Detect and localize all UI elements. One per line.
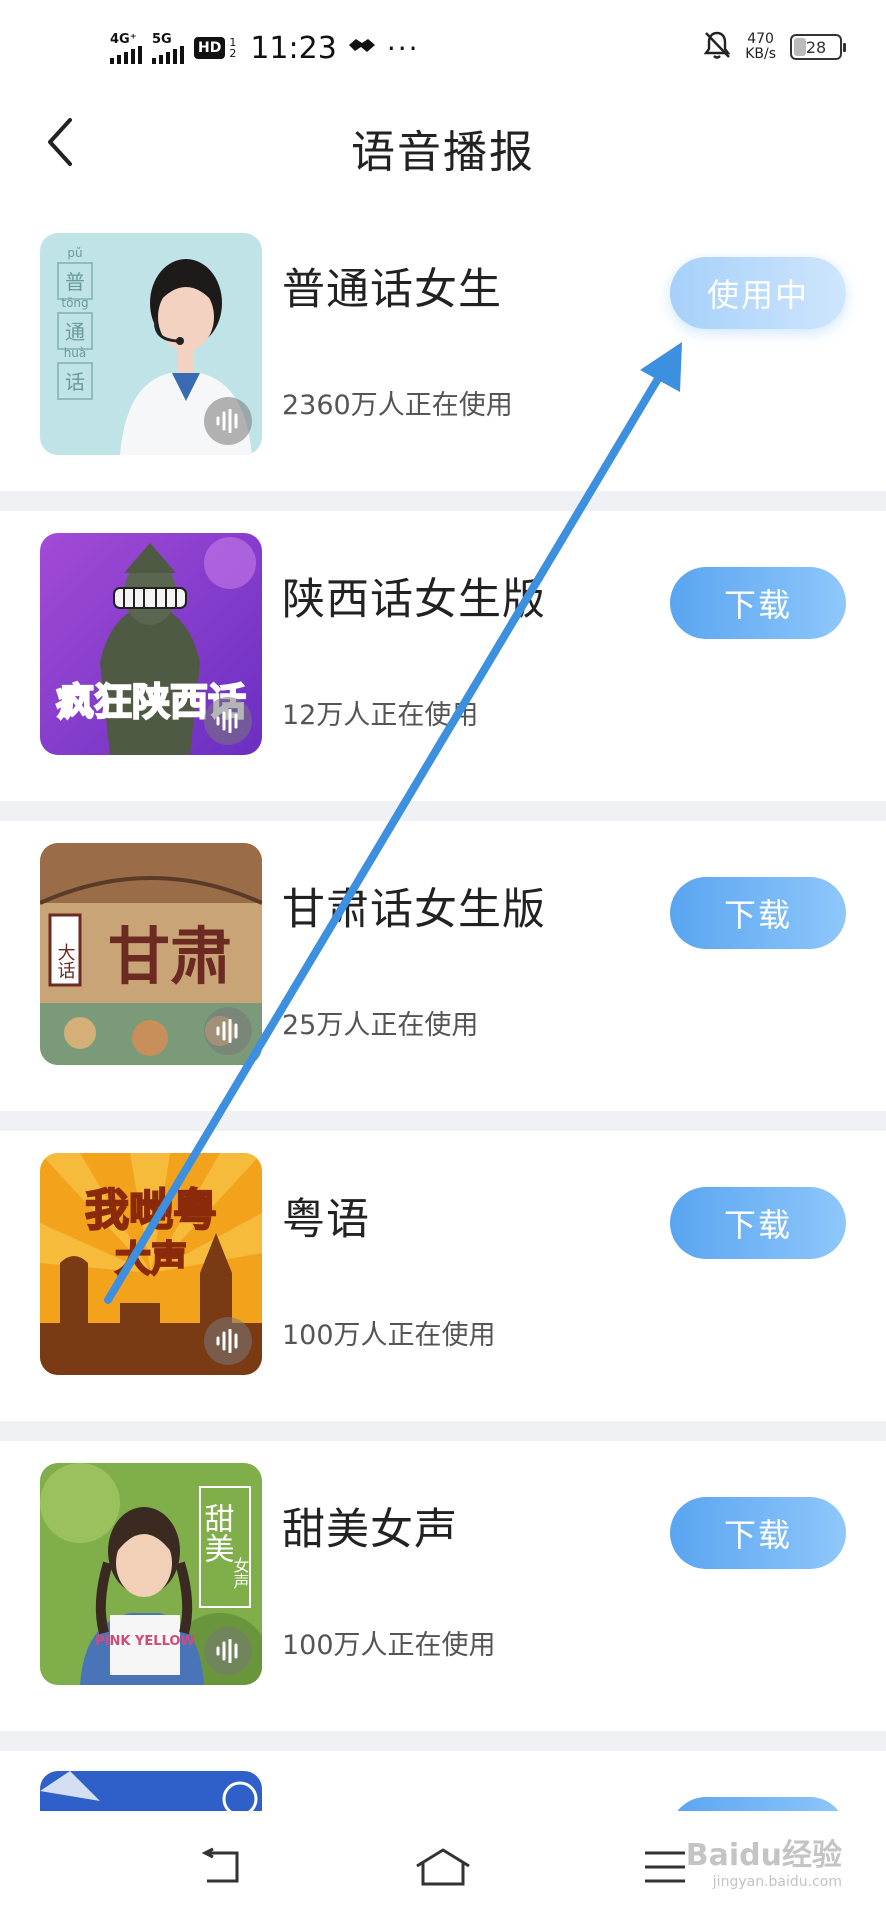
voice-item[interactable]: 我哋粤 大声 粤语 100万人正在使用 下载 xyxy=(0,1131,886,1421)
voice-item[interactable]: 疯狂陕西话 陕西话女生版 12万人正在使用 下载 xyxy=(0,511,886,801)
home-icon xyxy=(416,1848,470,1886)
thumb-pinyin-1: pǔ xyxy=(67,246,82,260)
back-arrow-icon xyxy=(201,1847,239,1883)
audio-wave-icon[interactable] xyxy=(204,1627,252,1675)
nav-home-button[interactable] xyxy=(408,1842,478,1892)
sim2-label: 5G xyxy=(152,31,172,47)
thumb-title-text: 甜美 xyxy=(199,1503,234,1563)
audio-wave-icon[interactable] xyxy=(204,397,252,445)
hd-slot: 1 2 xyxy=(229,37,236,59)
status-left: 4G⁺ 5G HD 1 2 11:23 ··· xyxy=(110,28,420,68)
voice-name: 粤语 xyxy=(282,1195,370,1245)
sim2-signal: 5G xyxy=(152,33,184,64)
separator xyxy=(0,801,886,821)
audio-wave-icon[interactable] xyxy=(204,1317,252,1365)
download-button[interactable]: 下载 xyxy=(670,1497,846,1569)
more-notifications-icon: ··· xyxy=(386,31,420,65)
signal-bars-icon xyxy=(152,45,184,64)
thumb-subtitle-text: 大声 xyxy=(115,1239,187,1280)
voice-user-count: 12万人正在使用 xyxy=(282,700,479,731)
status-bar: 4G⁺ 5G HD 1 2 11:23 ··· 470 KB/s 28 xyxy=(0,0,886,96)
download-button[interactable]: 下载 xyxy=(670,567,846,639)
status-right: 470 KB/s 28 xyxy=(703,30,846,64)
voice-thumbnail xyxy=(40,1771,262,1811)
voice-item[interactable]: pǔ 普 tōng 通 huà 话 普通话女生 2360万人正在使用 使用中 xyxy=(0,215,886,505)
system-nav-bar: Baidu经验 jingyan.baidu.com xyxy=(0,1812,886,1920)
voice-user-count: 100万人正在使用 xyxy=(282,1630,496,1661)
voice-item[interactable]: PINK YELLOW 甜美 女声 甜美女声 100万人正在使用 下载 xyxy=(0,1441,886,1731)
thumb-char-2: 通 xyxy=(65,320,85,344)
battery-icon: 28 xyxy=(790,34,846,60)
voice-thumbnail: 疯狂陕西话 xyxy=(40,533,262,755)
network-speed: 470 KB/s xyxy=(745,32,776,62)
separator xyxy=(0,491,886,511)
baidu-watermark: Baidu经验 jingyan.baidu.com xyxy=(686,1830,842,1890)
hd-slot-bottom: 2 xyxy=(229,47,237,60)
voice-thumbnail: 我哋粤 大声 xyxy=(40,1153,262,1375)
separator xyxy=(0,1111,886,1131)
voice-name: 普通话女生 xyxy=(282,265,502,315)
thumb-side-text: 大话 xyxy=(55,943,76,979)
battery-level: 28 xyxy=(805,37,827,57)
thumb-side-text: 女声 xyxy=(231,1556,250,1589)
download-button[interactable]: 下载 xyxy=(670,1187,846,1259)
thumb-pinyin-3: huà xyxy=(64,346,87,360)
handshake-icon xyxy=(347,35,377,61)
download-button[interactable] xyxy=(670,1797,846,1811)
bell-off-icon xyxy=(703,30,731,64)
thumb-char-3: 话 xyxy=(65,370,85,394)
voice-user-count: 25万人正在使用 xyxy=(282,1010,479,1041)
separator xyxy=(0,1421,886,1441)
thumb-shirt-text: PINK YELLOW xyxy=(95,1634,195,1649)
nav-back-button[interactable] xyxy=(186,1842,256,1892)
voice-user-count: 100万人正在使用 xyxy=(282,1320,496,1351)
download-button[interactable]: 下载 xyxy=(670,877,846,949)
in-use-button[interactable]: 使用中 xyxy=(670,257,846,329)
voice-thumbnail: PINK YELLOW 甜美 女声 xyxy=(40,1463,262,1685)
voice-thumbnail: 大话 甘肃 xyxy=(40,843,262,1065)
watermark-url: jingyan.baidu.com xyxy=(712,1874,842,1890)
voice-name: 陕西话女生版 xyxy=(282,575,546,625)
speed-value: 470 xyxy=(747,31,774,47)
hd-badge: HD xyxy=(194,37,226,59)
sim1-label: 4G⁺ xyxy=(110,31,137,47)
thumb-pinyin-2: tōng xyxy=(61,296,88,310)
watermark-brand: Baidu经验 xyxy=(685,1838,842,1873)
status-time: 11:23 xyxy=(250,30,337,66)
separator xyxy=(0,1731,886,1751)
header: 语音播报 xyxy=(0,96,886,188)
menu-icon xyxy=(645,1851,685,1883)
voice-item-partial[interactable] xyxy=(0,1751,886,1811)
speed-unit: KB/s xyxy=(745,46,776,62)
voice-name: 甜美女声 xyxy=(282,1505,458,1555)
thumb-title-text: 甘肃 xyxy=(108,920,232,993)
signal-bars-icon xyxy=(110,45,142,64)
voice-thumbnail: pǔ 普 tōng 通 huà 话 xyxy=(40,233,262,455)
voice-item[interactable]: 大话 甘肃 甘肃话女生版 25万人正在使用 下载 xyxy=(0,821,886,1111)
voice-name: 甘肃话女生版 xyxy=(282,885,546,935)
sim1-signal: 4G⁺ xyxy=(110,33,142,64)
voice-user-count: 2360万人正在使用 xyxy=(282,390,513,421)
audio-wave-icon[interactable] xyxy=(204,697,252,745)
thumb-title-text: 我哋粤 xyxy=(85,1185,217,1236)
thumb-char-1: 普 xyxy=(65,270,85,294)
audio-wave-icon[interactable] xyxy=(204,1007,252,1055)
page-title: 语音播报 xyxy=(351,127,535,178)
